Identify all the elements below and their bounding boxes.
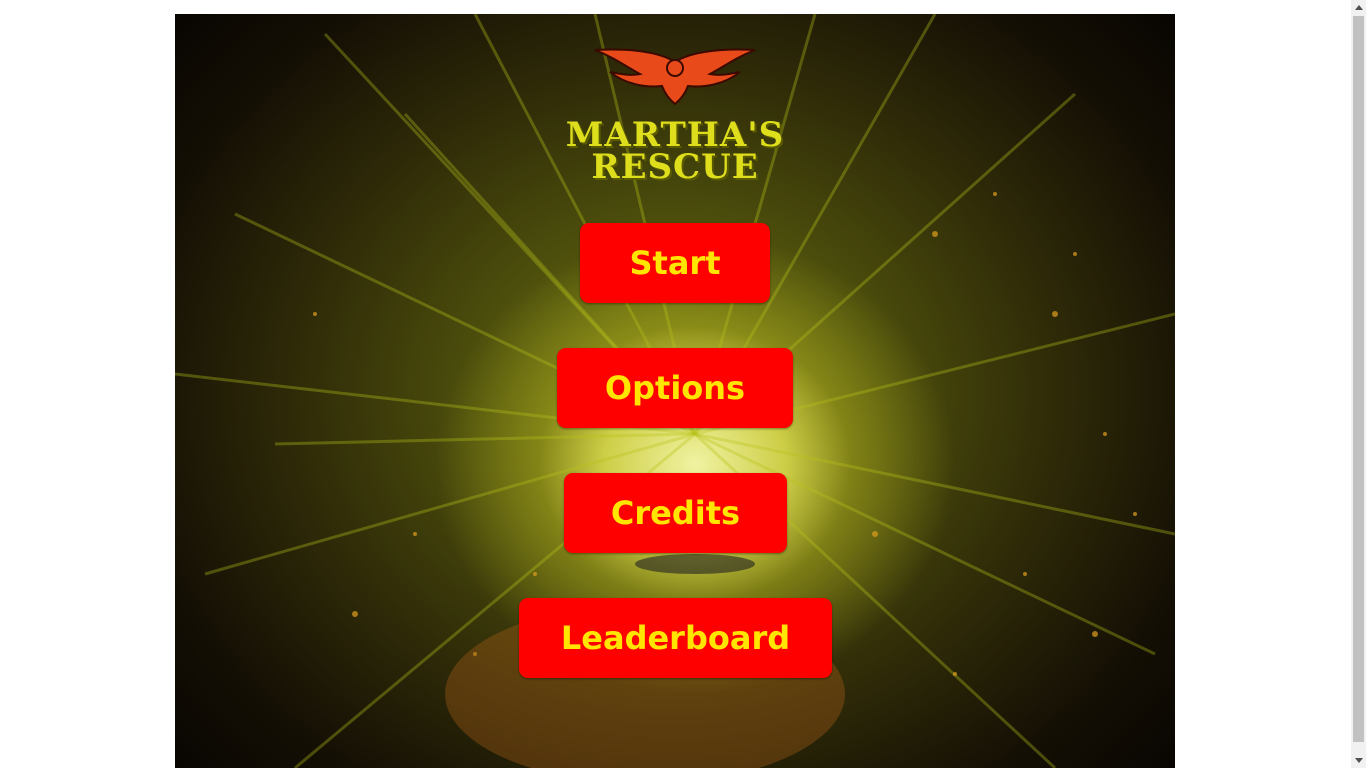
leaderboard-button[interactable]: Leaderboard	[519, 598, 832, 678]
eagle-emblem-icon	[594, 48, 756, 106]
logo-title-line2: RESCUE	[591, 147, 759, 187]
scroll-down-arrow-icon[interactable]	[1351, 753, 1366, 768]
scroll-up-arrow-icon[interactable]	[1351, 0, 1366, 15]
options-button[interactable]: Options	[557, 348, 793, 428]
vertical-scrollbar[interactable]	[1351, 0, 1366, 768]
scrollbar-thumb[interactable]	[1353, 16, 1364, 742]
game-main-menu: MARTHA'S RESCUE Start Options Credits Le…	[175, 14, 1175, 768]
game-logo: MARTHA'S RESCUE	[545, 44, 805, 194]
start-button[interactable]: Start	[580, 223, 770, 303]
credits-button[interactable]: Credits	[564, 473, 787, 553]
browser-viewport: MARTHA'S RESCUE Start Options Credits Le…	[0, 0, 1351, 768]
